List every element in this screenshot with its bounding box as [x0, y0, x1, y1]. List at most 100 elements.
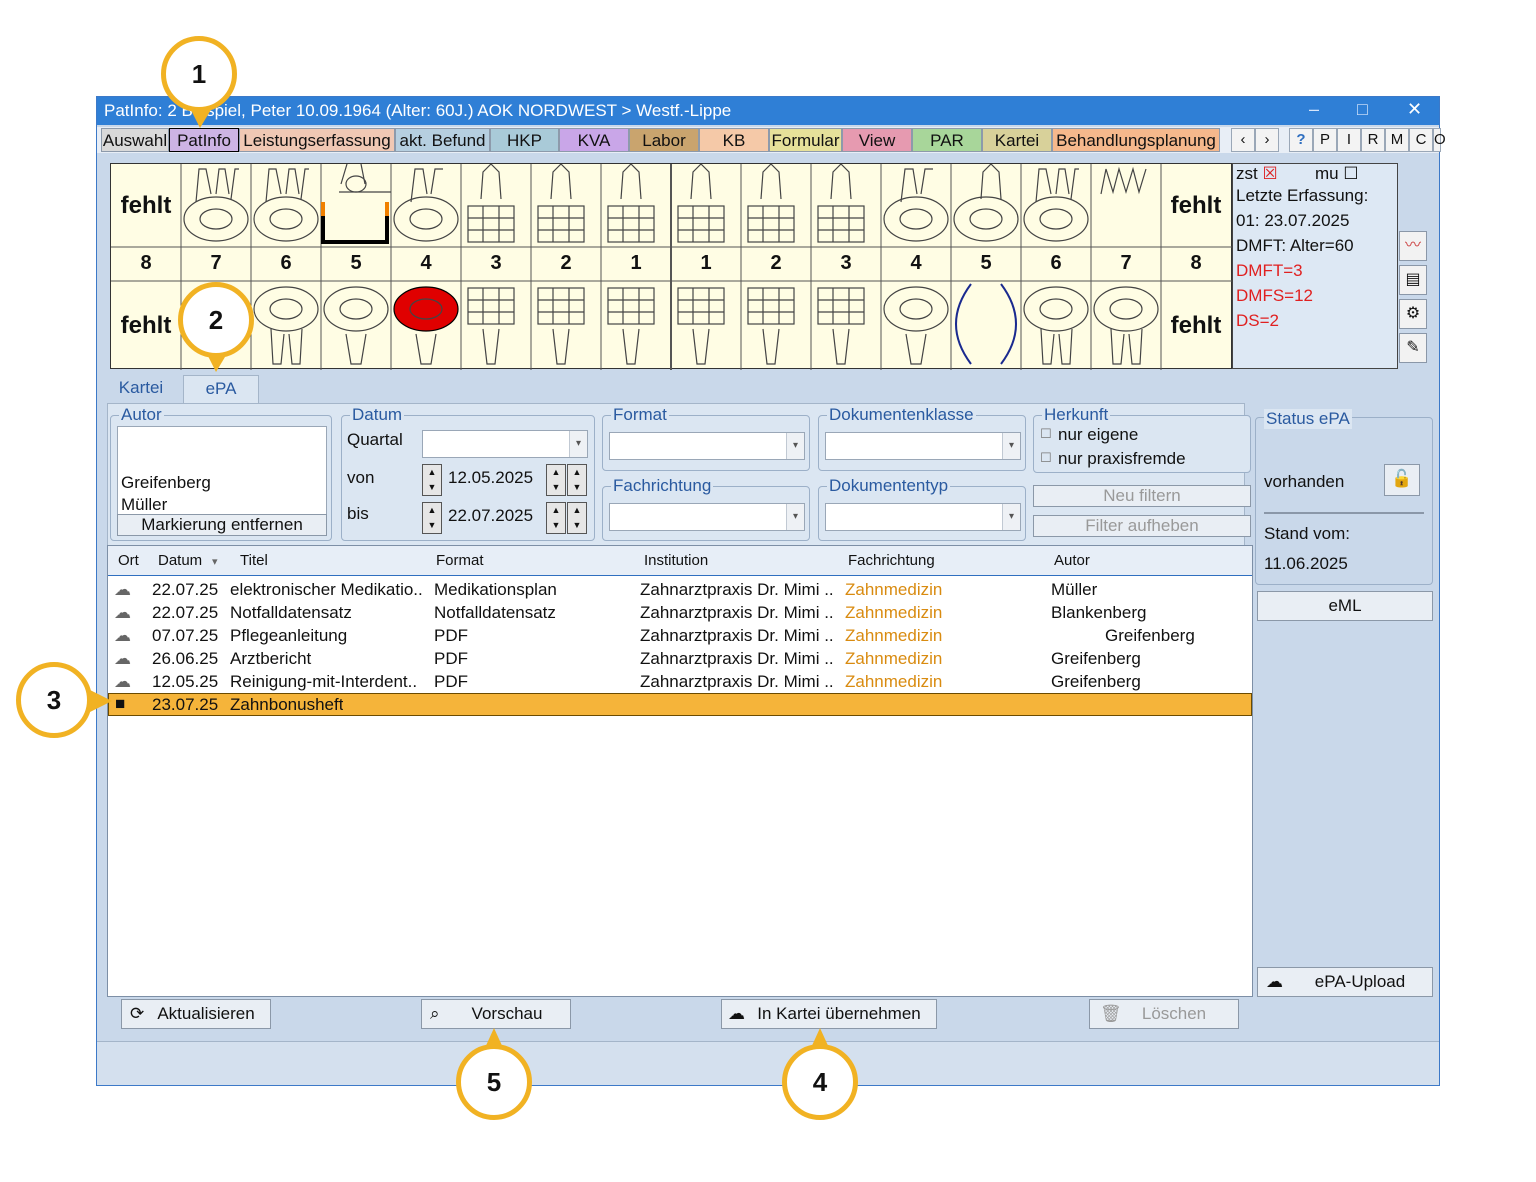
bis-year-spin-icon[interactable]: ▲ ▼ [567, 502, 587, 534]
info-red-line: DS=2 [1236, 311, 1279, 330]
fachrichtung-select[interactable]: ▾ [609, 503, 805, 531]
tab-formular[interactable]: Formular [769, 128, 842, 152]
bis-date-field[interactable]: 22.07.2025 [448, 506, 533, 526]
document-table[interactable]: Ort Datum ▾ Titel Format Institution Fac… [107, 545, 1253, 997]
tooth-number: 1 [700, 252, 712, 274]
column-header[interactable]: Autor [1054, 552, 1090, 569]
i-button[interactable]: I [1337, 128, 1361, 152]
tabs-scroll-left-button[interactable]: ‹ [1231, 128, 1255, 152]
format-select[interactable]: ▾ [609, 432, 805, 460]
tab-patinfo[interactable]: PatInfo [169, 128, 239, 152]
table-row[interactable]: ☁ 22.07.25 elektronischer Medikatio.. Me… [108, 579, 1252, 602]
markierung-entfernen-button[interactable]: Markierung entfernen [117, 514, 327, 536]
maximize-button[interactable]: □ [1357, 99, 1368, 120]
dokumentenklasse-select[interactable]: ▾ [825, 432, 1021, 460]
status-legend: Status ePA [1264, 409, 1352, 429]
von-year-spin-icon[interactable]: ▲ ▼ [567, 464, 587, 496]
row-titel: Pflegeanleitung [230, 626, 348, 645]
tab-behandlungsplanung[interactable]: Behandlungsplanung [1052, 128, 1220, 152]
tab-auswahl[interactable]: Auswahl [101, 128, 169, 152]
eml-button[interactable]: eML [1257, 591, 1433, 621]
c-button[interactable]: C [1409, 128, 1433, 152]
row-datum: 23.07.25 [152, 695, 219, 714]
tabs-scroll-right-button[interactable]: › [1255, 128, 1279, 152]
table-header: Ort Datum ▾ Titel Format Institution Fac… [108, 546, 1252, 576]
row-fachrichtung: Zahnmedizin [845, 626, 943, 645]
row-autor: Blankenberg [1051, 603, 1147, 622]
tab-hkp[interactable]: HKP [490, 128, 559, 152]
tab-akt-befund[interactable]: akt. Befund [395, 128, 490, 152]
tab-kva[interactable]: KVA [559, 128, 629, 152]
tab-kb[interactable]: KB [699, 128, 769, 152]
graph-icon[interactable]: 〰 [1399, 231, 1427, 261]
tooth-number: 6 [1050, 252, 1062, 274]
vorschau-button[interactable]: ⌕ Vorschau [421, 999, 571, 1029]
neu-filtern-button[interactable]: Neu filtern [1033, 485, 1251, 507]
dokumententyp-select[interactable]: ▾ [825, 503, 1021, 531]
autor-list[interactable]: Greifenberg Müller [117, 426, 327, 518]
stand-value: 11.06.2025 [1264, 554, 1348, 573]
in-kartei-uebernehmen-button[interactable]: ☁ In Kartei übernehmen [721, 999, 937, 1029]
status-epa-group: Status ePA vorhanden 🔓 Stand vom: 11.06.… [1255, 409, 1433, 585]
von-date-field[interactable]: 12.05.2025 [448, 468, 533, 488]
search-icon: ⌕ [430, 1004, 440, 1023]
p-button[interactable]: P [1313, 128, 1337, 152]
divider [1264, 512, 1424, 514]
row-institution: Zahnarztpraxis Dr. Mimi .. [640, 580, 834, 599]
nur-eigene-checkbox[interactable]: ☐ [1040, 426, 1052, 442]
column-header[interactable]: Titel [240, 552, 268, 569]
table-row[interactable]: ☁ 07.07.25 Pflegeanleitung PDF Zahnarztp… [108, 625, 1252, 648]
column-header[interactable]: Format [436, 552, 484, 569]
dokumententyp-legend: Dokumententyp [827, 476, 951, 496]
aktualisieren-button[interactable]: ⟳ Aktualisieren [121, 999, 271, 1029]
help-icon[interactable]: ? [1289, 128, 1313, 152]
fachrichtung-group: Fachrichtung ▾ [602, 476, 810, 541]
gear-icon[interactable]: ⚙ [1399, 299, 1427, 329]
tab-labor[interactable]: Labor [629, 128, 699, 152]
loeschen-button[interactable]: 🗑 Löschen [1089, 999, 1239, 1029]
row-fachrichtung: Zahnmedizin [845, 580, 943, 599]
table-row[interactable]: ☁ 22.07.25 Notfalldatensatz Notfalldaten… [108, 602, 1252, 625]
stand-label: Stand vom: [1264, 524, 1350, 543]
table-row-selected[interactable]: ■ 23.07.25 Zahnbonusheft [108, 693, 1252, 716]
filter-aufheben-button[interactable]: Filter aufheben [1033, 515, 1251, 537]
patinfo-window: PatInfo: 2 Beispiel, Peter 10.09.1964 (A… [96, 96, 1446, 1086]
von-spin-icon[interactable]: ▲ ▼ [422, 464, 442, 496]
dental-chart[interactable]: fehlt fehlt fehlt fehlt 8 7 6 5 4 3 2 1 … [110, 163, 1233, 370]
teeth-icon[interactable]: ▤ [1399, 265, 1427, 295]
von-month-spin-icon[interactable]: ▲ ▼ [546, 464, 566, 496]
column-header[interactable]: Ort [118, 552, 139, 569]
column-header[interactable]: Datum [158, 552, 202, 569]
tooth-number: 6 [280, 252, 292, 274]
chevron-down-icon: ▾ [1002, 504, 1020, 530]
nur-praxisfremde-checkbox[interactable]: ☐ [1040, 450, 1052, 466]
callout-4: 4 [782, 1044, 858, 1120]
pencil-icon[interactable]: ✎ [1399, 333, 1427, 363]
o-button[interactable]: O [1433, 128, 1446, 152]
column-header[interactable]: Fachrichtung [848, 552, 935, 569]
row-autor: Müller [1051, 580, 1098, 599]
subtab-epa[interactable]: ePA [183, 375, 259, 403]
column-header[interactable]: Institution [644, 552, 708, 569]
table-row[interactable]: ☁ 26.06.25 Arztbericht PDF Zahnarztpraxi… [108, 648, 1252, 671]
bis-spin-icon[interactable]: ▲ ▼ [422, 502, 442, 534]
subtab-kartei[interactable]: Kartei [111, 375, 171, 403]
minimize-button[interactable]: – [1309, 99, 1319, 120]
m-button[interactable]: M [1385, 128, 1409, 152]
row-autor: Greifenberg [1051, 649, 1141, 668]
table-row[interactable]: ☁ 12.05.25 Reinigung-mit-Interdent.. PDF… [108, 671, 1252, 694]
lock-icon[interactable]: 🔓 [1384, 464, 1420, 496]
quartal-select[interactable]: ▾ [422, 430, 588, 458]
datum-group: Datum Quartal ▾ von ▲ ▼ 12.05.2025 ▲ ▼ ▲ ▼ … [341, 405, 595, 541]
close-button[interactable]: ✕ [1407, 99, 1422, 120]
list-item[interactable]: Greifenberg [121, 473, 211, 493]
tab-par[interactable]: PAR [912, 128, 982, 152]
tab-leistungserfassung[interactable]: Leistungserfassung [239, 128, 395, 152]
tooth-number: 7 [210, 252, 222, 274]
bis-month-spin-icon[interactable]: ▲ ▼ [546, 502, 566, 534]
epa-upload-button[interactable]: ☁ ePA-Upload [1257, 967, 1433, 997]
list-item[interactable]: Müller [121, 495, 167, 515]
tab-kartei[interactable]: Kartei [982, 128, 1052, 152]
tab-view[interactable]: View [842, 128, 912, 152]
r-button[interactable]: R [1361, 128, 1385, 152]
